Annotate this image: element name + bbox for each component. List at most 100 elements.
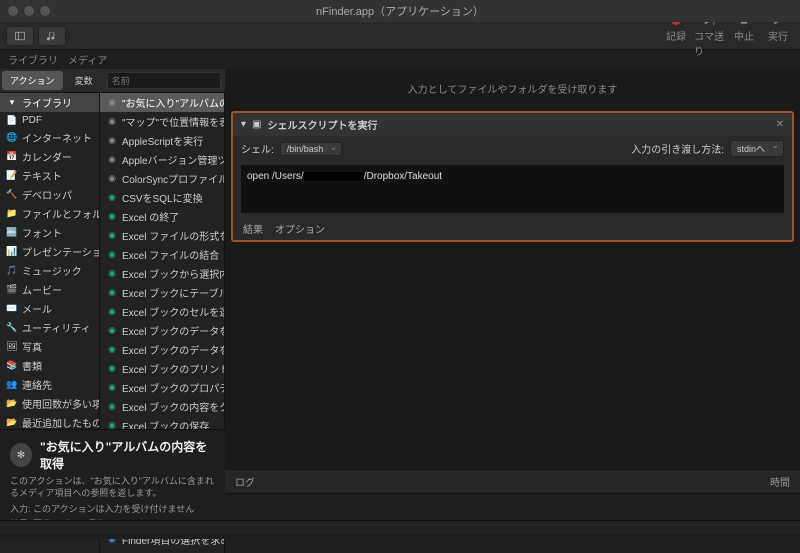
action-item[interactable]: ◉Finder項目の名前を変更 [100, 549, 224, 553]
shell-action[interactable]: ▾ ▣ シェルスクリプトを実行 ✕ シェル: /bin/bash 入力の引き渡し… [231, 111, 794, 242]
subtab-action[interactable]: アクション [2, 71, 63, 90]
action-item[interactable]: ◉Excel ブックのデータをオートフォーマット [100, 321, 224, 340]
action-icon: ◉ [106, 306, 118, 318]
library-item[interactable]: 🎵ミュージック [0, 261, 99, 280]
library-item[interactable]: 🔤フォント [0, 223, 99, 242]
action-label: ColorSyncプロファイルをイメージに適用 [122, 171, 224, 186]
action-icon: ◉ [106, 325, 118, 337]
action-item[interactable]: ◉AppleScriptを実行 [100, 131, 224, 150]
library-item[interactable]: 📂使用回数が多い項目 [0, 394, 99, 413]
item-icon: 🌐 [6, 132, 18, 144]
min-dot[interactable] [24, 6, 34, 16]
item-icon: 📚 [6, 360, 18, 372]
library-item[interactable]: 🔧ユーティリティ [0, 318, 99, 337]
library-item[interactable]: 🔨 デベロッパ [0, 185, 99, 204]
item-icon: 🔨 [6, 189, 18, 201]
script-body[interactable]: open /Users//Dropbox/Takeout [241, 165, 784, 213]
library-header[interactable]: ▾ ライブラリ [0, 93, 99, 112]
pass-select[interactable]: stdinへ [730, 140, 784, 157]
action-item[interactable]: ◉Excel ブックのデータを並べ替え [100, 340, 224, 359]
item-label: カレンダー [22, 149, 72, 164]
desc-title: "お気に入り"アルバムの内容を取得 [40, 438, 215, 472]
library-item[interactable]: 👥 連絡先 [0, 375, 99, 394]
subtab-variable[interactable]: 変数 [67, 71, 101, 90]
item-label: 書類 [22, 358, 42, 373]
action-item[interactable]: ◉"マップ"で位置情報を表示 [100, 112, 224, 131]
results-tab[interactable]: 結果 [243, 221, 263, 236]
chevron-down-icon: ▾ [6, 97, 18, 109]
item-label: 連絡先 [22, 377, 52, 392]
workflow-canvas[interactable]: 入力としてファイルやフォルダを受け取ります ▾ ▣ シェルスクリプトを実行 ✕ … [225, 69, 800, 553]
shell-label: シェル: [241, 141, 274, 156]
library-item[interactable]: 🖼写真 [0, 337, 99, 356]
action-item[interactable]: ◉Excel ファイルの形式を変換 [100, 226, 224, 245]
item-label: ユーティリティ [22, 320, 91, 335]
action-item[interactable]: ◉ Excel ブックにテーブルをインポート [100, 283, 224, 302]
action-label: Excel ブックのプリント [122, 361, 224, 376]
shell-select[interactable]: /bin/bash [280, 142, 343, 156]
action-item[interactable]: ◉ Excel ブックから選択内容を取得 [100, 264, 224, 283]
action-icon: ◉ [106, 249, 118, 261]
chevron-down-icon[interactable]: ▾ [241, 119, 246, 130]
library-item[interactable]: ✉️メール [0, 299, 99, 318]
action-item[interactable]: ◉ CSVをSQLに変換 [100, 188, 224, 207]
library-item[interactable]: 📝テキスト [0, 166, 99, 185]
library-item[interactable]: 📅カレンダー [0, 147, 99, 166]
library-item[interactable]: 🎬ムービー [0, 280, 99, 299]
action-icon: ◉ [106, 268, 118, 280]
options-tab[interactable]: オプション [275, 221, 325, 236]
action-label: Excel ブックにテーブルをインポート [122, 285, 224, 300]
action-item[interactable]: ◉"お気に入り"アルバムの内容を取得 [100, 93, 224, 112]
max-dot[interactable] [40, 6, 50, 16]
library-item[interactable]: 🌐 インターネット [0, 128, 99, 147]
window-title: nFinder.app（アプリケーション） [316, 3, 484, 19]
action-item[interactable]: ◉Excel ブックのセルを選択 [100, 302, 224, 321]
action-icon: ◉ [106, 116, 118, 128]
action-item[interactable]: ◉ ColorSyncプロファイルをイメージに適用 [100, 169, 224, 188]
item-label: プレゼンテーション [22, 244, 99, 259]
desc-body: このアクションは、"お気に入り"アルバムに含まれるメディア項目への参照を返します… [10, 476, 215, 499]
library-item[interactable]: 📚 書類 [0, 356, 99, 375]
library-item[interactable]: 📄PDF [0, 112, 99, 128]
action-item[interactable]: ◉Excel の終了 [100, 207, 224, 226]
action-label: CSVをSQLに変換 [122, 190, 203, 205]
item-label: ファイルとフォルダ [22, 206, 99, 221]
item-label: 使用回数が多い項目 [22, 396, 99, 411]
action-item[interactable]: ◉Excel ブックのプロパティを設定 [100, 378, 224, 397]
action-label: Excel ファイルの結合 [122, 247, 219, 262]
library-item[interactable]: 📊プレゼンテーション [0, 242, 99, 261]
action-label: "お気に入り"アルバムの内容を取得 [122, 95, 224, 110]
action-icon: ◉ [106, 192, 118, 204]
library-item[interactable]: 📁ファイルとフォルダ [0, 204, 99, 223]
subtabs: アクション 変数 [0, 69, 225, 93]
close-icon[interactable]: ✕ [776, 119, 784, 130]
window-controls [8, 6, 50, 16]
action-label: Excel ファイルの形式を変換 [122, 228, 224, 243]
item-label: PDF [22, 115, 42, 126]
action-item[interactable]: ◉Appleバージョン管理ツール [100, 150, 224, 169]
action-icon: ◉ [106, 173, 118, 185]
item-label: インターネット [22, 130, 92, 145]
action-icon: ◉ [106, 401, 118, 413]
action-label: Excel ブックの内容をクリップボードに複製 [122, 399, 224, 414]
action-icon: ◉ [106, 287, 118, 299]
action-item[interactable]: ◉ Excel ブックのプリント [100, 359, 224, 378]
item-label: デベロッパ [22, 187, 72, 202]
close-dot[interactable] [8, 6, 18, 16]
action-item[interactable]: ◉ Excel ファイルの結合 [100, 245, 224, 264]
library-header-label: ライブラリ [22, 95, 72, 110]
media-toggle[interactable] [38, 26, 66, 46]
action-label: Excel ブックから選択内容を取得 [122, 266, 224, 281]
action-label: AppleScriptを実行 [122, 133, 203, 148]
library-toggle[interactable] [6, 26, 34, 46]
action-item[interactable]: ◉ Excel ブックの内容をクリップボードに複製 [100, 397, 224, 416]
item-icon: 👥 [6, 379, 18, 391]
gear-icon: ✻ [10, 443, 32, 467]
search-input[interactable] [107, 72, 221, 89]
action-icon: ◉ [106, 363, 118, 375]
item-label: フォント [22, 225, 62, 240]
tab-media: メディア [68, 52, 107, 67]
desc-input: 入力: このアクションは入力を受け付けません [10, 504, 215, 516]
drop-hint: 入力としてファイルやフォルダを受け取ります [225, 69, 800, 108]
action-icon: ◉ [106, 382, 118, 394]
